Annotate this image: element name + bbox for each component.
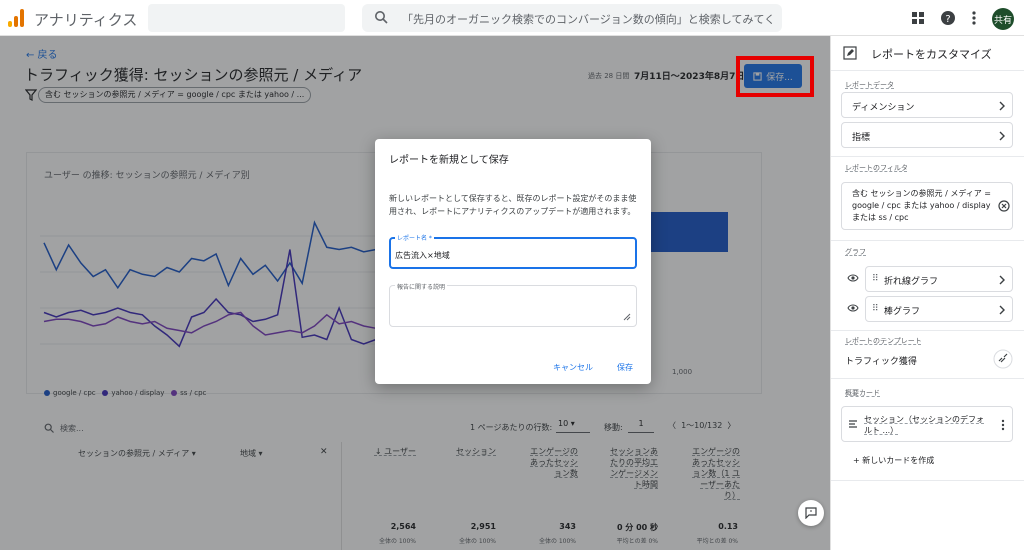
report-filter-text: 含む セッションの参照元 / メディア = google / cpc または y… [852, 189, 992, 222]
dimension-item[interactable]: ディメンション [841, 92, 1013, 118]
graph-label: 棒グラフ [884, 307, 921, 317]
section-label: 概要カード [845, 389, 880, 397]
summary-card-label: セッション（セッションのデフォルト ...） [864, 415, 984, 435]
save-report-dialog: レポートを新規として保存 新しいレポートとして保存すると、既存のレポート設定がそ… [375, 139, 651, 384]
feedback-icon [805, 507, 817, 519]
report-filter-box[interactable]: 含む セッションの参照元 / メディア = google / cpc または y… [841, 182, 1013, 230]
eye-icon[interactable] [847, 302, 859, 314]
search-placeholder: 「先月のオーガニック検索でのコンバージョン数の傾向」と検索してみてく... [402, 13, 772, 26]
apps-grid-icon[interactable] [908, 8, 928, 28]
dimension-label: ディメンション [852, 103, 915, 113]
chevron-right-icon [999, 275, 1005, 285]
metric-item[interactable]: 指標 [841, 122, 1013, 148]
top-bar: アナリティクス 「先月のオーガニック検索でのコンバージョン数の傾向」と検索してみ… [0, 0, 1024, 36]
metric-label: 指標 [852, 133, 871, 143]
dialog-save-button[interactable]: 保存 [617, 362, 633, 373]
report-name-value[interactable]: 広告流入×地域 [395, 250, 450, 261]
divider [831, 378, 1024, 379]
cancel-button[interactable]: キャンセル [553, 362, 593, 373]
divider [831, 330, 1024, 331]
report-name-label: レポート名 * [395, 233, 434, 242]
divider [831, 70, 1024, 71]
account-selector[interactable] [148, 4, 345, 32]
clear-filter-icon[interactable] [998, 200, 1010, 212]
analytics-logo-icon [8, 9, 26, 27]
more-vert-icon[interactable] [1000, 419, 1006, 431]
divider [831, 156, 1024, 157]
graph-item-line[interactable]: ⠿ 折れ線グラフ [865, 266, 1013, 292]
search-input[interactable]: 「先月のオーガニック検索でのコンバージョン数の傾向」と検索してみてく... [362, 4, 782, 32]
divider [831, 480, 1024, 481]
dialog-description: 新しいレポートとして保存すると、既存のレポート設定がそのまま使用され、レポートに… [389, 194, 637, 216]
section-label: レポートデータ [845, 81, 894, 89]
search-icon [375, 11, 388, 24]
help-icon[interactable]: ? [938, 8, 958, 28]
feedback-button[interactable] [798, 500, 824, 526]
report-description-label: 報告に関する説明 [395, 282, 448, 291]
section-label: グラフ [845, 248, 866, 256]
eye-icon[interactable] [847, 272, 859, 284]
report-description-field[interactable] [389, 285, 637, 327]
avatar[interactable]: 共有 [992, 8, 1014, 30]
resize-handle-icon[interactable] [623, 313, 631, 321]
chevron-right-icon [999, 131, 1005, 141]
svg-text:?: ? [945, 14, 950, 25]
more-vert-icon[interactable] [964, 8, 984, 28]
unlink-template-icon[interactable] [993, 349, 1013, 369]
customize-panel: レポートをカスタマイズ レポートデータ ディメンション 指標 レポートのフィルタ… [830, 36, 1024, 550]
chevron-right-icon [999, 305, 1005, 315]
edit-report-icon [843, 46, 857, 60]
dialog-title: レポートを新規として保存 [389, 155, 509, 166]
add-card-button[interactable]: + 新しいカードを作成 [853, 455, 934, 466]
graph-item-bar[interactable]: ⠿ 棒グラフ [865, 296, 1013, 322]
template-name: トラフィック獲得 [845, 357, 917, 367]
panel-title: レポートをカスタマイズ [871, 48, 992, 61]
drag-handle-icon[interactable]: ⠿ [872, 304, 879, 314]
section-label: レポートのテンプレート [845, 337, 922, 345]
summary-card-item[interactable]: セッション（セッションのデフォルト ...） [841, 406, 1013, 442]
divider [831, 240, 1024, 241]
card-icon [849, 420, 857, 428]
graph-label: 折れ線グラフ [884, 277, 939, 287]
app-title: アナリティクス [34, 11, 138, 29]
chevron-right-icon [999, 101, 1005, 111]
drag-handle-icon[interactable]: ⠿ [872, 274, 879, 284]
save-button-highlight [736, 56, 814, 97]
section-label: レポートのフィルタ [845, 164, 908, 172]
